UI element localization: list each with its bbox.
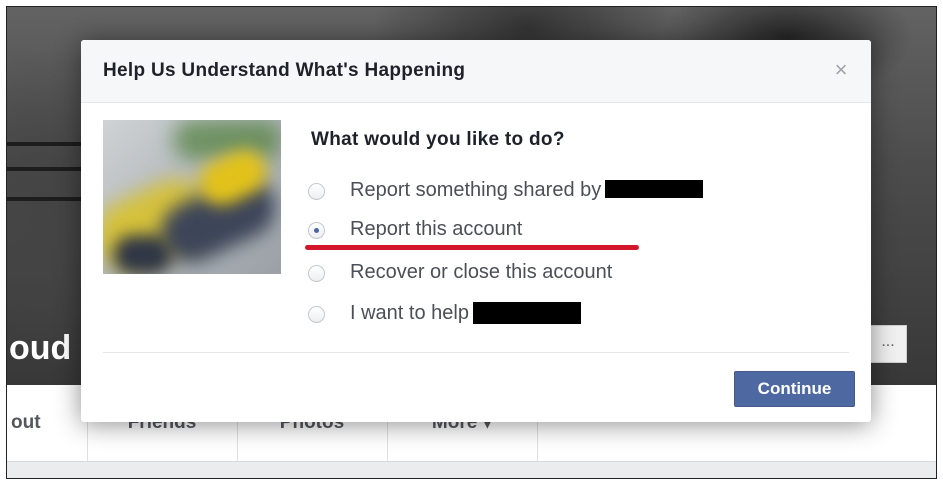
redacted-name — [472, 301, 581, 324]
dialog-title: Help Us Understand What's Happening — [103, 60, 466, 81]
option-label: I want to help — [350, 302, 469, 324]
report-dialog: Help Us Understand What's Happening × Wh… — [81, 40, 871, 422]
dialog-divider — [103, 352, 849, 353]
screenshot-frame: oud ... out Friends Photos More ▾ Help U… — [6, 6, 937, 479]
dialog-header: Help Us Understand What's Happening × — [81, 40, 871, 103]
radio-button[interactable] — [308, 306, 325, 323]
redacted-name — [605, 179, 704, 198]
continue-button[interactable]: Continue — [734, 371, 855, 407]
option-label: Report this account — [350, 218, 523, 240]
radio-button[interactable] — [308, 183, 325, 200]
option-label: Recover or close this account — [350, 261, 613, 283]
radio-button[interactable] — [308, 265, 325, 282]
radio-button-selected[interactable] — [308, 222, 325, 239]
option-label: Report something shared by — [350, 179, 602, 201]
question-heading: What would you like to do? — [311, 129, 565, 150]
profile-thumbnail — [103, 120, 281, 274]
annotation-underline — [305, 245, 639, 250]
close-icon[interactable]: × — [829, 58, 853, 82]
